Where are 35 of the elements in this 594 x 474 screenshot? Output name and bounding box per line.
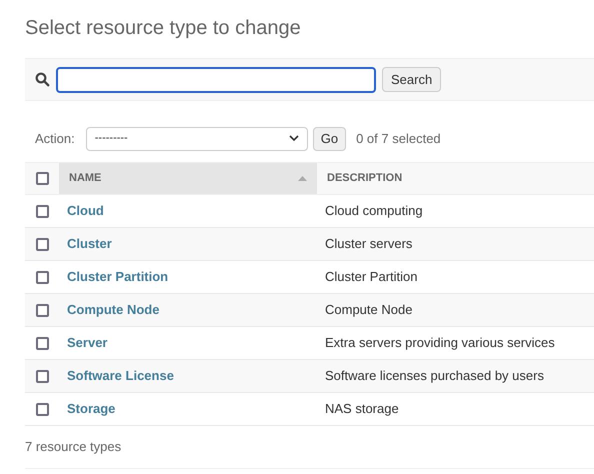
resource-link[interactable]: Software License (67, 366, 174, 386)
selection-counter: 0 of 7 selected (356, 130, 441, 148)
go-button[interactable]: Go (312, 126, 346, 150)
resource-link[interactable]: Compute Node (67, 300, 160, 320)
checkbox[interactable] (36, 336, 48, 350)
resource-link[interactable]: Storage (67, 399, 116, 419)
sort-ascending-icon (298, 176, 307, 181)
checkbox[interactable] (36, 402, 48, 416)
search-field[interactable] (56, 66, 376, 92)
description-cell-text: Compute Node (325, 301, 412, 320)
resource-link[interactable]: Server (67, 333, 108, 353)
action-select[interactable]: --------- (86, 126, 308, 150)
page-title: Select resource type to change (25, 16, 302, 41)
chevron-down-icon (288, 135, 299, 142)
search-icon (35, 72, 50, 87)
result-count: 7 resource types (25, 438, 122, 456)
column-header[interactable]: DESCRIPTION (317, 163, 594, 194)
checkbox[interactable] (36, 304, 48, 316)
column-header[interactable]: NAME (59, 163, 317, 194)
action-label: Action: (35, 130, 75, 148)
resource-link[interactable]: Cluster Partition (67, 267, 168, 287)
checkbox[interactable] (36, 270, 48, 284)
checkbox[interactable] (36, 172, 48, 185)
description-cell-text: Software licenses purchased by users (325, 367, 544, 386)
checkbox[interactable] (36, 204, 48, 218)
description-cell-text: Cluster Partition (325, 268, 418, 286)
checkbox[interactable] (36, 370, 48, 382)
resource-link[interactable]: Cluster (67, 234, 112, 254)
search-button[interactable]: Search (382, 67, 442, 92)
resource-link[interactable]: Cloud (67, 201, 104, 221)
checkbox[interactable] (36, 238, 48, 250)
description-cell-text: Cluster servers (325, 235, 412, 254)
description-cell-text: Cloud computing (325, 202, 423, 220)
description-cell-text: NAS storage (325, 400, 399, 418)
description-cell-text: Extra servers providing various services (325, 334, 555, 352)
